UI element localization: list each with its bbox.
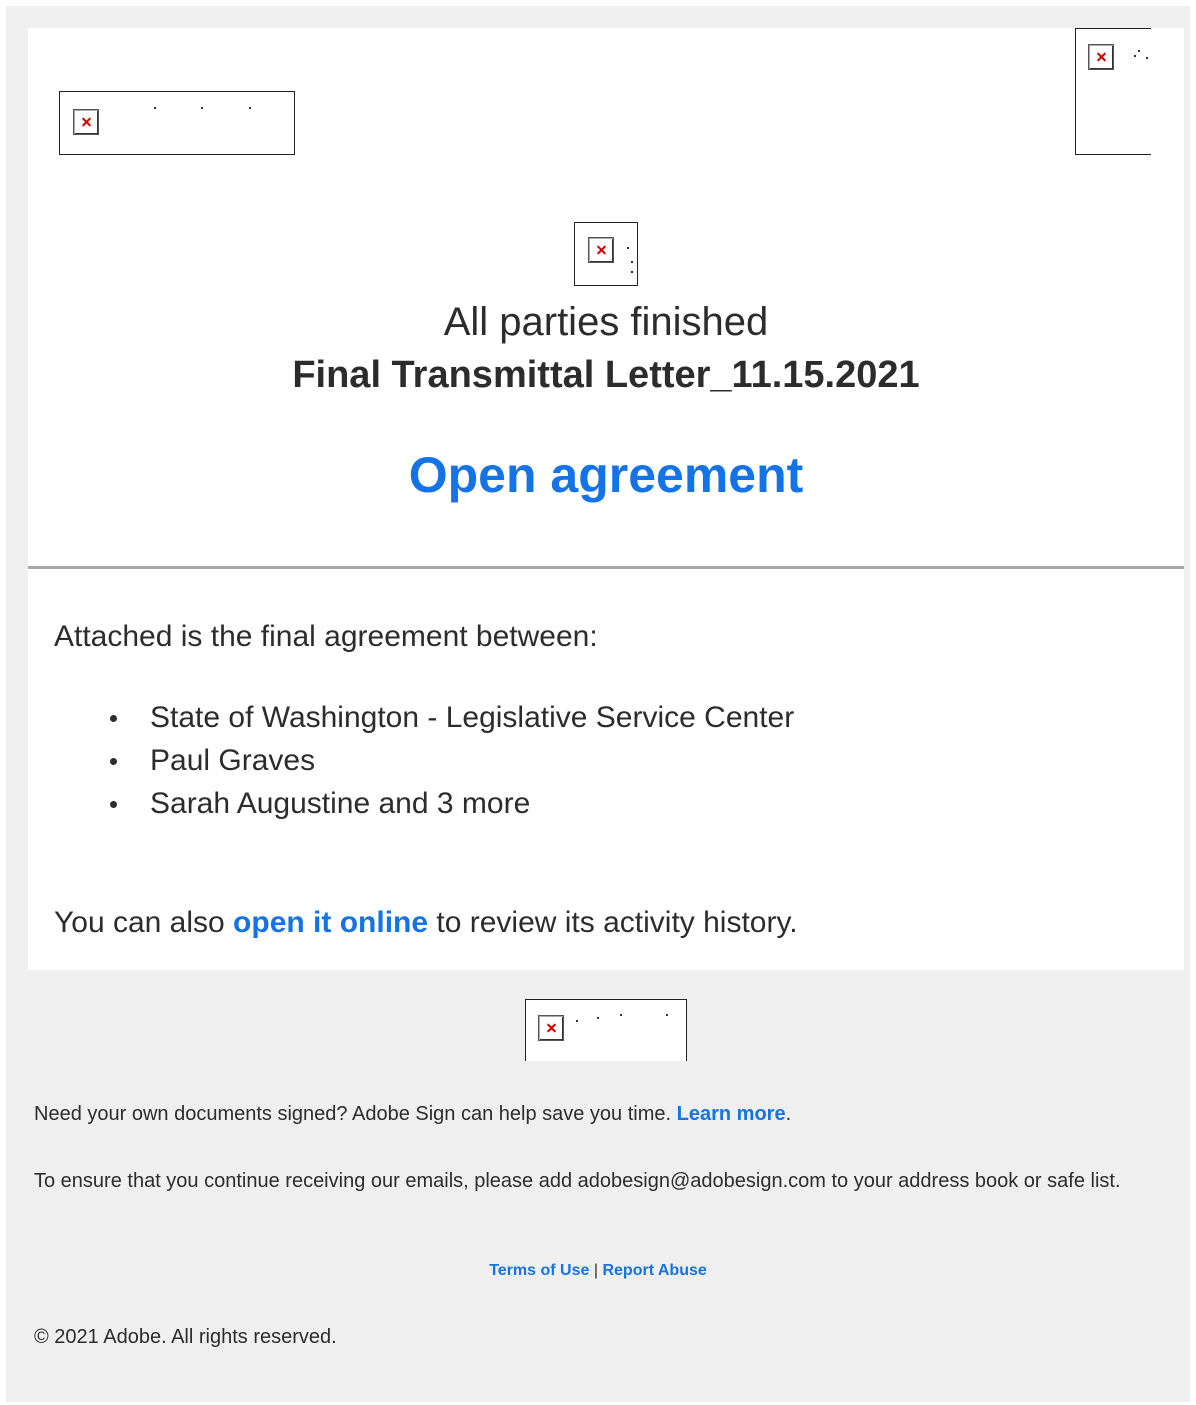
party-item: Paul Graves	[28, 739, 794, 782]
party-list: State of Washington - Legislative Servic…	[28, 696, 794, 825]
top-right-image	[1075, 28, 1151, 155]
link-separator: |	[593, 1262, 599, 1279]
broken-image-icon	[1088, 44, 1114, 70]
email-background: All parties finished Final Transmittal L…	[6, 6, 1190, 1402]
status-image	[574, 222, 638, 286]
open-online-suffix: to review its activity history.	[428, 906, 798, 939]
promo-sentence: Need your own documents signed? Adobe Si…	[34, 1103, 677, 1125]
terms-of-use-link[interactable]: Terms of Use	[489, 1262, 589, 1279]
party-item: State of Washington - Legislative Servic…	[28, 696, 794, 739]
learn-more-link[interactable]: Learn more	[677, 1103, 786, 1125]
copyright: © 2021 Adobe. All rights reserved.	[34, 1326, 337, 1348]
open-online-prefix: You can also	[54, 906, 234, 939]
broken-image-icon	[538, 1015, 564, 1041]
safelist-notice: To ensure that you continue receiving ou…	[34, 1170, 1121, 1192]
promo-period: .	[785, 1103, 792, 1125]
open-online-sentence: You can also open it online to review it…	[54, 906, 798, 940]
footer-logo-image	[525, 999, 687, 1061]
section-divider	[28, 566, 1184, 569]
open-online-link[interactable]: open it online	[233, 906, 428, 939]
agreement-status: All parties finished	[443, 300, 769, 344]
legal-links: Terms of Use | Report Abuse	[6, 1262, 1190, 1280]
broken-image-icon	[588, 237, 614, 263]
broken-image-icon	[73, 109, 99, 135]
intro-text: Attached is the final agreement between:	[54, 620, 598, 653]
open-agreement-link[interactable]: Open agreement	[28, 446, 1184, 504]
promo-text: Need your own documents signed? Adobe Si…	[34, 1099, 791, 1130]
party-item: Sarah Augustine and 3 more	[28, 782, 794, 825]
report-abuse-link[interactable]: Report Abuse	[602, 1262, 706, 1279]
email-card: All parties finished Final Transmittal L…	[28, 28, 1184, 970]
logo-image	[59, 91, 295, 155]
document-title: Final Transmittal Letter_11.15.2021	[292, 354, 920, 396]
